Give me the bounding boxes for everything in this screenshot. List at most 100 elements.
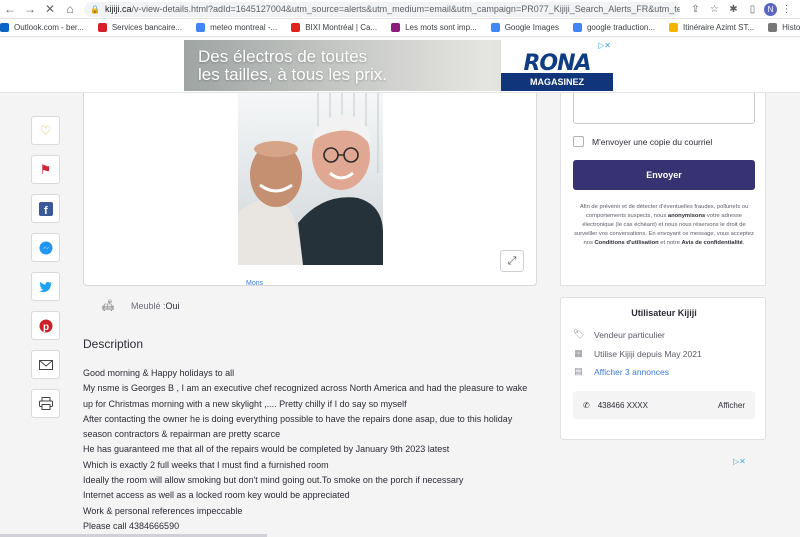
address-bar[interactable]: 🔒 kijiji.ca/v-view-details.html?adId=164… [84,1,680,17]
ad-banner[interactable]: Des électros de toutes les tailles, à to… [184,40,613,91]
home-icon[interactable]: ⌂ [60,0,80,19]
url-path: /v-view-details.html?adId=1645127004&utm… [131,4,680,14]
bookmark-star-icon[interactable]: ☆ [705,4,724,15]
legal-bold-1: anonymisons [667,213,706,219]
terms-link[interactable]: Conditions d'utilisation [594,240,658,246]
description-line: Which is exactly 2 full weeks that I mus… [83,459,329,470]
forward-arrow-icon[interactable]: → [20,0,40,19]
bookmark-favicon-icon [768,23,778,32]
more-photos-link[interactable]: Mons [246,280,263,287]
send-copy-label: M'envoyer une copie du courriel [592,136,713,147]
furnished-attribute: 🛋 Meublé : Oui [101,299,180,312]
lock-icon[interactable]: 🔒 [90,5,100,14]
ad-cta-button[interactable]: MAGASINEZ [501,73,613,91]
report-flag-icon[interactable]: ⚑ [31,155,60,184]
message-textarea[interactable] [573,93,755,124]
description-line: Internet access as well as a locked room… [83,490,350,501]
sidebar-icon[interactable]: ▯ [743,4,762,15]
favorite-heart-icon[interactable]: ♡ [31,116,60,145]
listing-photo[interactable] [238,93,383,265]
description-section: Description Good morning & Happy holiday… [83,337,543,534]
back-arrow-icon[interactable]: ← [0,0,20,19]
bookmark-label: Google Images [504,23,559,32]
share-icon[interactable]: ⇪ [686,4,705,15]
share-rail: ♡ ⚑ f p [31,116,60,428]
seller-title: Utilisateur Kijiji [631,308,697,318]
bookmark-label: Les mots sont imp... [405,23,477,32]
phone-icon: ✆ [583,400,590,410]
bookmark-label: meteo montreal -... [210,23,278,32]
bookmark-favicon-icon [391,23,401,32]
stop-loading-icon[interactable]: ✕ [40,0,60,19]
legal-text-3: et notre [658,240,682,246]
privacy-link[interactable]: Avis de confidentialité [682,240,743,246]
email-envelope-icon[interactable] [31,350,60,379]
bookmark-favicon-icon [669,23,679,32]
description-heading: Description [83,337,144,351]
ad-line-1: Des électros de toutes [198,47,368,66]
bookmark-label: Outlook.com - ber... [14,23,84,32]
bookmark-favicon-icon [97,23,107,32]
tag-icon: 🏷 [573,329,585,339]
reply-form: M'envoyer une copie du courriel Envoyer … [560,93,766,286]
extensions-icon[interactable]: ✱ [724,4,743,15]
legal-text-4: . [742,240,745,246]
profile-avatar[interactable]: N [764,2,777,16]
twitter-icon[interactable] [31,272,60,301]
send-copy-option[interactable]: M'envoyer une copie du courriel [573,136,712,147]
expand-icon[interactable]: ⤢ [500,250,524,272]
bookmark-item[interactable]: BIXI Montréal | Ca... [291,23,377,32]
bookmark-label: Services bancaire... [111,23,183,32]
bookmark-favicon-icon [490,23,500,32]
send-button[interactable]: Envoyer [573,160,755,190]
description-line: My nsme is Georges B , I am an executive… [83,383,528,394]
photo-gallery: Mons ⤢ [83,93,537,287]
bookmark-item[interactable]: Les mots sont imp... [391,23,477,32]
description-line: season contractors & repairman are prett… [83,429,281,440]
furnished-label: Meublé : [130,300,166,311]
url-host: kijiji.ca [104,4,132,14]
send-copy-checkbox[interactable] [573,136,584,147]
bookmark-favicon-icon [572,23,582,32]
bookmark-item[interactable]: Services bancaire... [97,23,183,32]
show-phone-button[interactable]: Afficher [718,401,745,410]
menu-kebab-icon[interactable]: ⋮ [777,4,796,15]
seller-type: Vendeur particulier [594,329,665,340]
print-icon[interactable] [31,389,60,418]
browser-toolbar: ← → ✕ ⌂ 🔒 kijiji.ca/v-view-details.html?… [0,0,800,19]
seller-type-row: 🏷 Vendeur particulier [573,329,665,340]
seller-listings-row[interactable]: ▤ Afficher 3 annonces [573,366,669,377]
pinterest-icon[interactable]: p [31,311,60,340]
bookmark-item[interactable]: Itinéraire Azimt ST... [669,23,754,32]
bookmark-item[interactable]: Google Images [490,23,559,32]
bookmark-label: google traduction... [586,23,656,32]
bookmark-item[interactable]: google traduction... [572,23,656,32]
description-line: Please call 4384666590 [83,520,180,531]
ad-headline: Des électros de toutes les tailles, à to… [198,48,387,84]
listings-icon: ▤ [574,366,583,376]
description-body: Good morning & Happy holidays to all My n… [83,366,543,534]
description-line: Work & personal references impeccable [83,505,243,516]
adchoices-icon[interactable]: ▷✕ [733,457,746,466]
adchoices-icon[interactable]: ▷✕ [598,41,611,50]
bookmark-item[interactable]: meteo montreal -... [196,23,277,32]
calendar-icon: ▦ [574,348,583,358]
bookmark-label: Itinéraire Azimt ST... [683,23,755,32]
bookmark-item[interactable]: Outlook.com - ber... [0,23,84,32]
bookmark-label: Histoire de l'Europe [782,23,800,32]
bookmark-item[interactable]: Histoire de l'Europe [768,23,800,32]
phone-box: ✆ 438466 XXXX Afficher [573,391,755,419]
messenger-icon[interactable] [31,233,60,262]
legal-notice: Afin de prévenir et de détecter d'éventu… [573,203,755,248]
description-line: Ideally the room will allow smoking but … [83,475,464,486]
bookmark-favicon-icon [196,23,206,32]
ad-brand: RONA [523,50,591,76]
description-line: After contacting the owner he is doing e… [83,413,513,424]
phone-number: 438466 XXXX [597,400,648,410]
facebook-icon[interactable]: f [31,194,60,223]
description-line: Good morning & Happy holidays to all [83,368,235,378]
ad-line-2: les tailles, à tous les prix. [198,65,387,84]
svg-text:p: p [43,322,49,333]
furnished-value: Oui [165,300,180,311]
seller-listings-link[interactable]: Afficher 3 annonces [594,367,669,377]
